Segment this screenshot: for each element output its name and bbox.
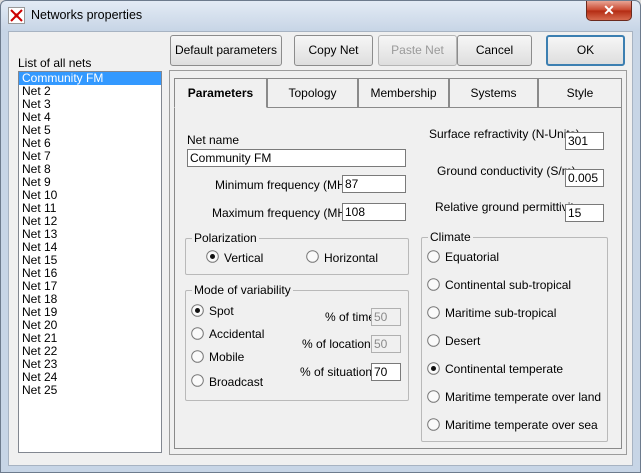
default-parameters-button[interactable]: Default parameters <box>170 35 282 66</box>
polarization-horizontal-label: Horizontal <box>324 251 379 265</box>
percent-time-input[interactable]: 50 <box>371 308 401 326</box>
list-label: List of all nets <box>18 56 92 70</box>
variability-mobile-label: Mobile <box>209 350 245 364</box>
app-network-icon <box>8 7 25 24</box>
tab-parameters[interactable]: Parameters <box>174 78 267 108</box>
percent-time-label: % of time <box>325 310 376 324</box>
polarization-vertical-label: Vertical <box>224 251 264 265</box>
climate-equatorial-label: Equatorial <box>445 250 500 264</box>
variability-legend: Mode of variability <box>192 283 293 297</box>
max-frequency-label: Maximum frequency (MHz) <box>212 206 357 220</box>
copy-net-button[interactable]: Copy Net <box>294 35 373 66</box>
tab-topology[interactable]: Topology <box>267 78 358 108</box>
radio-variability-broadcast[interactable] <box>191 374 204 387</box>
relative-permittivity-input[interactable]: 15 <box>565 204 604 222</box>
window-title: Networks properties <box>31 8 143 22</box>
variability-spot-label: Spot <box>209 304 234 318</box>
climate-continental-temperate-label: Continental temperate <box>445 362 564 376</box>
surface-refractivity-label: Surface refractivity (N-Units) <box>429 127 580 141</box>
tab-membership[interactable]: Membership <box>358 78 449 108</box>
relative-permittivity-label: Relative ground permittivity <box>435 200 580 214</box>
tab-style[interactable]: Style <box>538 78 622 108</box>
list-item[interactable]: Net 25 <box>19 384 161 397</box>
radio-variability-accidental[interactable] <box>191 327 204 340</box>
ok-button[interactable]: OK <box>546 35 625 66</box>
min-frequency-input[interactable]: 87 <box>342 175 406 193</box>
surface-refractivity-input[interactable]: 301 <box>565 132 604 150</box>
ground-conductivity-label: Ground conductivity (S/m) <box>437 164 576 178</box>
radio-variability-spot[interactable] <box>191 304 204 317</box>
title-bar[interactable]: Networks properties ✕ <box>1 1 640 31</box>
radio-climate-equatorial[interactable] <box>427 250 440 263</box>
tab-systems[interactable]: Systems <box>449 78 538 108</box>
percent-locations-input[interactable]: 50 <box>371 335 401 353</box>
max-frequency-input[interactable]: 108 <box>342 203 406 221</box>
variability-accidental-label: Accidental <box>209 327 265 341</box>
paste-net-button[interactable]: Paste Net <box>378 35 457 66</box>
radio-polarization-vertical[interactable] <box>206 250 219 263</box>
percent-situations-input[interactable]: 70 <box>371 363 401 381</box>
polarization-legend: Polarization <box>192 231 259 245</box>
percent-situations-label: % of situations <box>300 365 379 379</box>
net-name-input[interactable]: Community FM <box>187 149 406 167</box>
ground-conductivity-input[interactable]: 0.005 <box>565 169 604 187</box>
net-name-label: Net name <box>187 133 240 147</box>
radio-variability-mobile[interactable] <box>191 350 204 363</box>
net-list[interactable]: Community FM Net 2 Net 3 Net 4 Net 5 Net 6 Net… <box>18 71 162 453</box>
close-icon: ✕ <box>603 2 615 18</box>
climate-maritime-subtropical-label: Maritime sub-tropical <box>445 306 557 320</box>
dialog-client: List of all nets Community FM Net 2 Net 3N… <box>8 31 633 466</box>
tab-strip: Parameters Topology Membership Systems S… <box>174 78 622 108</box>
climate-maritime-temperate-sea-label: Maritime temperate over sea <box>445 418 598 432</box>
variability-broadcast-label: Broadcast <box>209 375 264 389</box>
climate-maritime-temperate-land-label: Maritime temperate over land <box>445 390 602 404</box>
radio-climate-maritime-temperate-land[interactable] <box>427 390 440 403</box>
radio-climate-maritime-temperate-sea[interactable] <box>427 418 440 431</box>
radio-climate-desert[interactable] <box>427 334 440 347</box>
cancel-button[interactable]: Cancel <box>457 35 532 66</box>
radio-climate-continental-subtropical[interactable] <box>427 278 440 291</box>
climate-desert-label: Desert <box>445 334 481 348</box>
radio-climate-continental-temperate[interactable] <box>427 362 440 375</box>
window: Networks properties ✕ List of all nets C… <box>0 0 641 473</box>
percent-locations-label: % of locations <box>302 337 377 351</box>
close-button[interactable]: ✕ <box>586 1 632 21</box>
climate-continental-subtropical-label: Continental sub-tropical <box>445 278 572 292</box>
min-frequency-label: Minimum frequency (MHz) <box>215 178 356 192</box>
radio-polarization-horizontal[interactable] <box>306 250 319 263</box>
radio-climate-maritime-subtropical[interactable] <box>427 306 440 319</box>
climate-legend: Climate <box>428 230 473 244</box>
